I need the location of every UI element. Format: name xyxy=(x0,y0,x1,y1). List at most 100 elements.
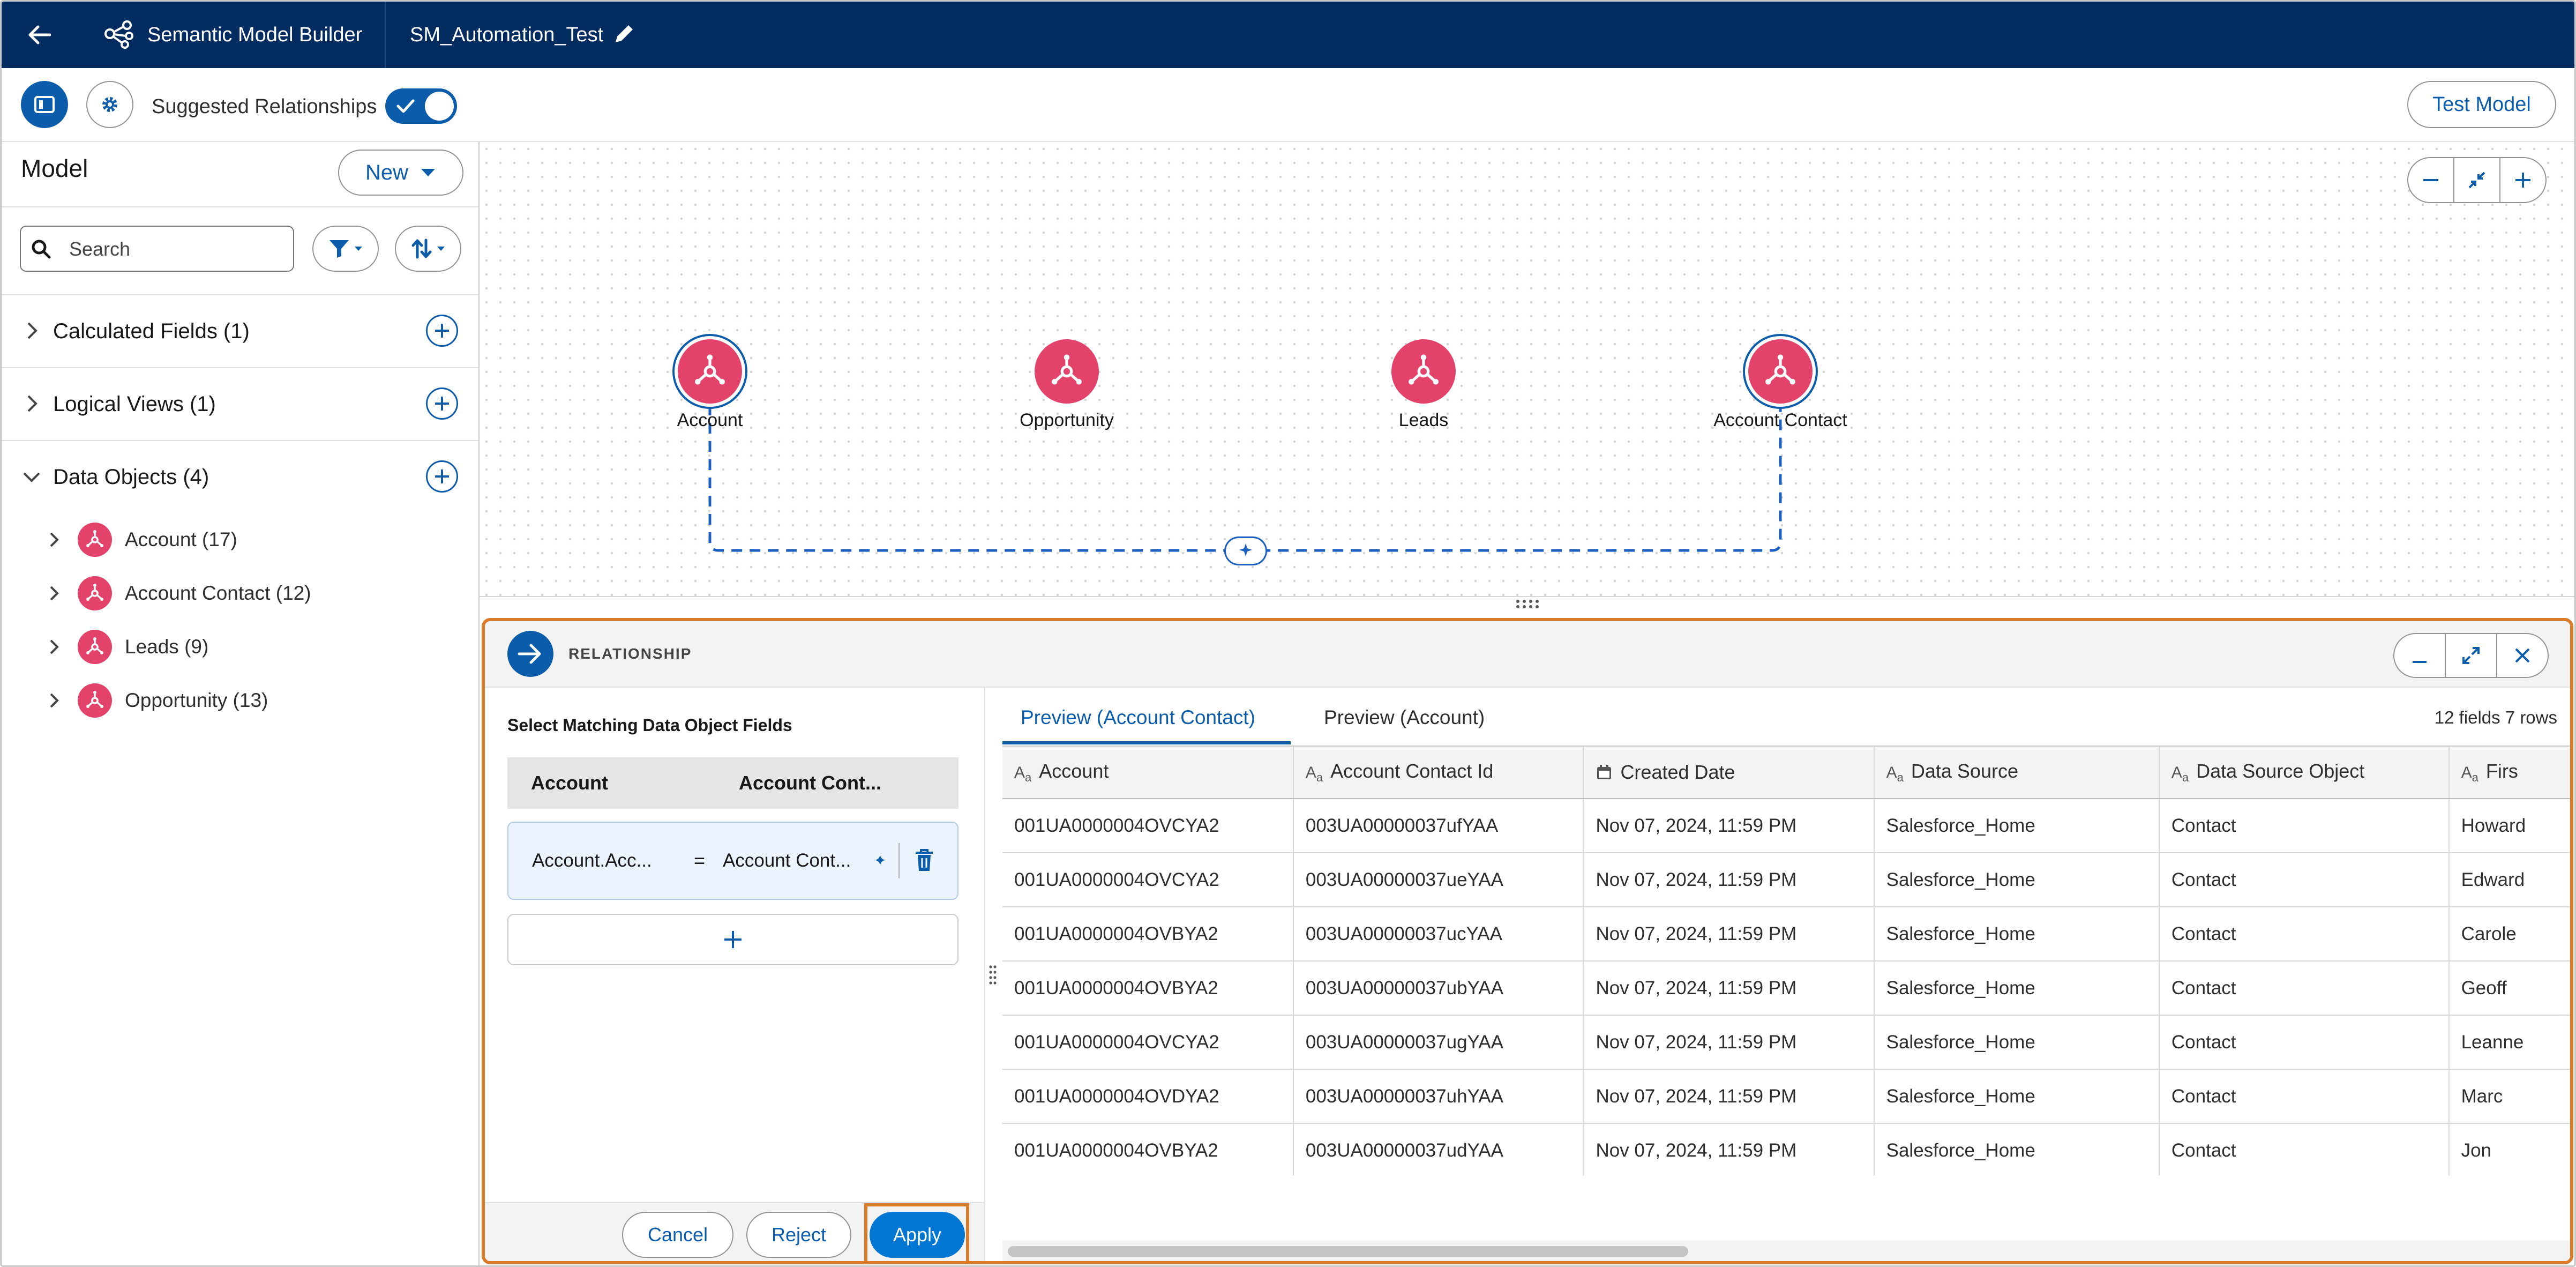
chevron-right-icon xyxy=(50,693,59,708)
add-logical-view-button[interactable] xyxy=(426,387,458,420)
app-window: Semantic Model Builder SM_Automation_Tes… xyxy=(0,0,2576,1267)
data-object-label: Account (17) xyxy=(125,528,237,550)
toggle-knob xyxy=(425,92,454,121)
sort-button[interactable] xyxy=(395,226,461,272)
pencil-icon[interactable] xyxy=(612,22,636,46)
zoom-out-button[interactable] xyxy=(2408,158,2454,202)
fit-button[interactable] xyxy=(2454,158,2500,202)
tab-preview-account-contact[interactable]: Preview (Account Contact) xyxy=(1021,688,1255,746)
table-body: 001UA0000004OVCYA2 003UA00000037ufYAA Nov … xyxy=(1002,799,2570,1175)
table-row[interactable]: 001UA0000004OVCYA2 003UA00000037ufYAA Nov … xyxy=(1002,799,2570,853)
table-cell: 001UA0000004OVCYA2 xyxy=(1002,1015,1294,1070)
reject-button[interactable]: Reject xyxy=(746,1212,851,1258)
table-cell: 003UA00000037ueYAA xyxy=(1293,853,1584,907)
table-cell: Nov 07, 2024, 11:59 PM xyxy=(1583,961,1875,1016)
table-cell: Leanne xyxy=(2448,1015,2570,1070)
right-field[interactable]: Account Cont... xyxy=(723,823,851,899)
fit-icon xyxy=(2468,172,2485,189)
search-field[interactable] xyxy=(20,226,294,272)
left-field[interactable]: Account.Acc... xyxy=(532,823,652,899)
table-cell: Jon xyxy=(2448,1123,2570,1175)
node-account-contact[interactable] xyxy=(1748,339,1813,404)
model-canvas[interactable] xyxy=(480,142,2574,597)
table-row[interactable]: 001UA0000004OVBYA2 003UA00000037udYAA Nov … xyxy=(1002,1123,2570,1175)
table-cell: Salesforce_Home xyxy=(1874,961,2160,1016)
table-cell: Salesforce_Home xyxy=(1874,1015,2160,1070)
pane-splitter-handle[interactable] xyxy=(989,964,997,986)
table-cell: 003UA00000037ucYAA xyxy=(1293,907,1584,962)
relationship-actions: Cancel Reject Apply xyxy=(485,1202,984,1261)
suggested-relationship-badge[interactable] xyxy=(1224,536,1267,565)
add-field-mapping-button[interactable] xyxy=(507,914,958,965)
trash-icon[interactable] xyxy=(913,847,935,873)
cancel-button[interactable]: Cancel xyxy=(622,1212,733,1258)
table-row[interactable]: 001UA0000004OVBYA2 003UA00000037ubYAA Nov … xyxy=(1002,961,2570,1016)
data-object-account[interactable]: Account (17) xyxy=(2,513,478,567)
add-calculated-field-button[interactable] xyxy=(426,315,458,347)
fields-rows-count: 12 fields 7 rows xyxy=(2434,707,2557,727)
minimize-icon xyxy=(2413,661,2427,663)
node-opportunity[interactable] xyxy=(1035,339,1099,404)
field-mapping-row[interactable]: Account.Acc... = Account Cont... ✦ xyxy=(507,822,958,900)
table-cell: Marc xyxy=(2448,1069,2570,1124)
preview-table-container[interactable]: Aa Account Aa Account Contact Id Created D… xyxy=(1002,747,2570,1175)
data-object-leads[interactable]: Leads (9) xyxy=(2,620,478,674)
section-label: Data Objects (4) xyxy=(53,465,209,489)
table-cell: Salesforce_Home xyxy=(1874,853,2160,907)
table-row[interactable]: 001UA0000004OVBYA2 003UA00000037ucYAA Nov … xyxy=(1002,907,2570,962)
data-object-account-contact[interactable]: Account Contact (12) xyxy=(2,567,478,620)
panel-resize-handle[interactable] xyxy=(1515,599,1541,609)
apply-button[interactable]: Apply xyxy=(870,1212,965,1258)
back-arrow-icon[interactable] xyxy=(23,19,55,51)
panel-window-controls xyxy=(2393,633,2549,678)
add-data-object-button[interactable] xyxy=(426,460,458,493)
column-header-label: Data Source xyxy=(1911,760,2018,782)
column-header[interactable]: Aa Data Source Object xyxy=(2159,747,2450,799)
new-button[interactable]: New xyxy=(338,150,463,196)
node-label: Account xyxy=(677,410,743,430)
column-header[interactable]: Aa Firs xyxy=(2448,747,2570,799)
section-data-objects[interactable]: Data Objects (4) xyxy=(2,441,478,513)
table-cell: Nov 07, 2024, 11:59 PM xyxy=(1583,853,1875,907)
model-builder-icon xyxy=(104,20,133,49)
table-cell: Contact xyxy=(2159,799,2450,853)
search-input[interactable] xyxy=(68,227,284,272)
relationship-panel-title: RELATIONSHIP xyxy=(568,645,692,662)
matching-fields-pane: Select Matching Data Object Fields Accou… xyxy=(485,688,985,1261)
horizontal-scrollbar[interactable] xyxy=(1008,1246,1688,1257)
zoom-in-button[interactable] xyxy=(2500,158,2545,202)
section-calculated-fields[interactable]: Calculated Fields (1) xyxy=(2,295,478,367)
table-cell: Contact xyxy=(2159,1015,2450,1070)
node-account[interactable] xyxy=(678,339,742,404)
expand-button[interactable] xyxy=(2446,634,2497,677)
table-row[interactable]: 001UA0000004OVCYA2 003UA00000037ueYAA Nov … xyxy=(1002,853,2570,907)
table-row[interactable]: 001UA0000004OVCYA2 003UA00000037ugYAA Nov … xyxy=(1002,1015,2570,1070)
filter-button[interactable] xyxy=(312,226,379,272)
suggested-relationships-toggle[interactable] xyxy=(385,88,457,124)
relationship-arrow-icon xyxy=(507,631,553,677)
column-header[interactable]: Aa Account Contact Id xyxy=(1293,747,1584,799)
preview-pane: Preview (Account Contact) Preview (Accou… xyxy=(1002,688,2570,1261)
relationship-panel: RELATIONSHIP Select Matching Data Object… xyxy=(482,618,2573,1264)
close-button[interactable] xyxy=(2497,634,2548,677)
test-model-button[interactable]: Test Model xyxy=(2407,81,2556,128)
column-header[interactable]: Aa Data Source xyxy=(1874,747,2160,799)
minimize-button[interactable] xyxy=(2394,634,2446,677)
table-cell: Edward xyxy=(2448,853,2570,907)
chevron-down-icon xyxy=(421,169,436,176)
column-header[interactable]: Created Date xyxy=(1583,747,1875,799)
tab-preview-account[interactable]: Preview (Account) xyxy=(1324,688,1485,746)
table-cell: Nov 07, 2024, 11:59 PM xyxy=(1583,799,1875,853)
chevron-down-icon xyxy=(355,247,362,251)
canvas-zoom-controls xyxy=(2407,157,2547,203)
table-row[interactable]: 001UA0000004OVDYA2 003UA00000037uhYAA Nov … xyxy=(1002,1069,2570,1124)
table-cell: Contact xyxy=(2159,853,2450,907)
text-type-icon: Aa xyxy=(1014,764,1032,784)
section-logical-views[interactable]: Logical Views (1) xyxy=(2,368,478,440)
data-object-icon xyxy=(1052,354,1082,385)
data-object-opportunity[interactable]: Opportunity (13) xyxy=(2,674,478,727)
panel-toggle-button[interactable] xyxy=(21,81,68,128)
node-leads[interactable] xyxy=(1391,339,1456,404)
settings-button[interactable] xyxy=(86,81,133,128)
column-header[interactable]: Aa Account xyxy=(1002,747,1294,799)
